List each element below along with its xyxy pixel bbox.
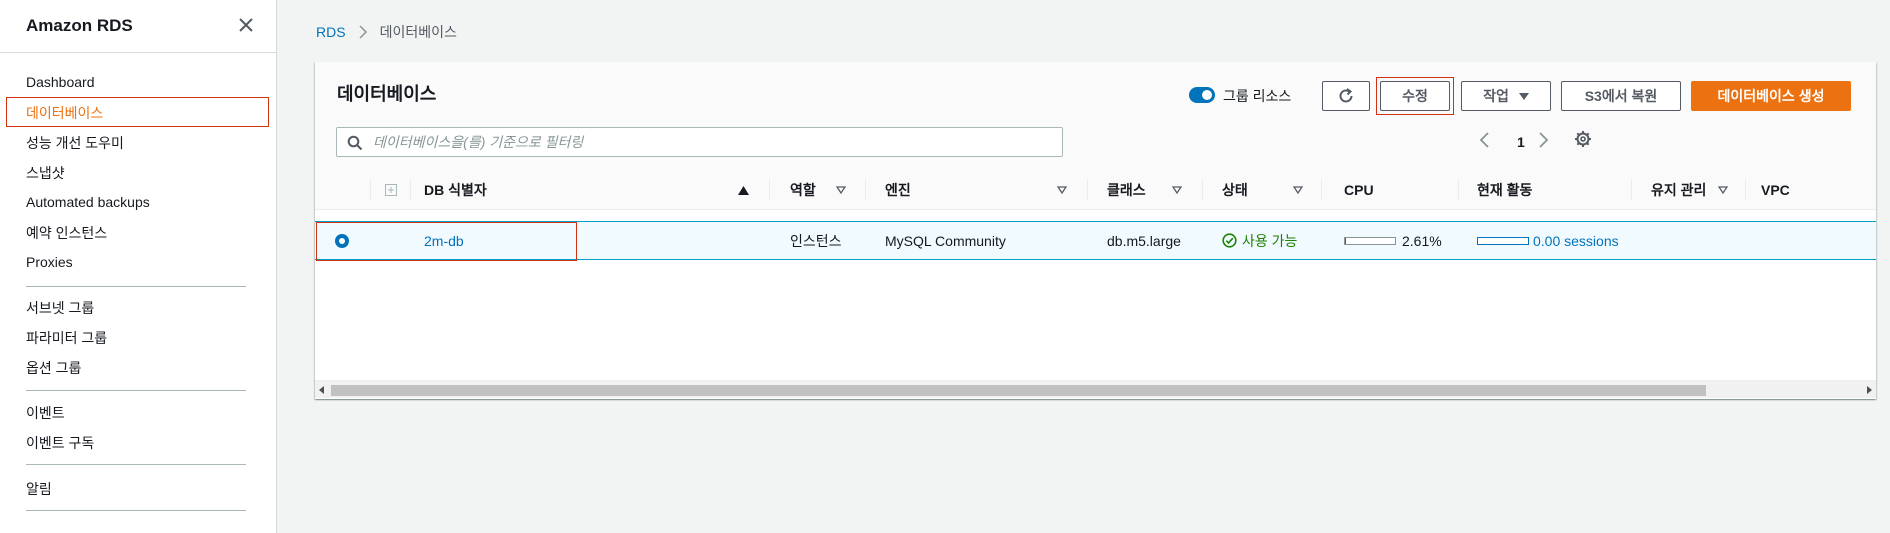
column-header-class[interactable]: 클래스 [1107,170,1146,210]
sidebar-item-reserved-instances[interactable]: 예약 인스턴스 [26,223,107,243]
horizontal-scrollbar[interactable] [315,380,1876,398]
sidebar-separator [26,390,246,391]
sidebar-item-snapshots[interactable]: 스냅샷 [26,163,65,183]
sort-icon[interactable] [1293,186,1303,194]
sidebar-item-proxies[interactable]: Proxies [26,254,73,270]
column-header-identifier[interactable]: DB 식별자 [424,170,487,210]
gear-icon[interactable] [1574,130,1592,148]
scroll-left-icon[interactable] [319,386,324,394]
sidebar-item-event-subscriptions[interactable]: 이벤트 구독 [26,433,94,453]
sort-icon[interactable] [1057,186,1067,194]
expand-all-icon[interactable] [385,184,397,196]
sidebar-item-databases[interactable]: 데이터베이스 [26,103,103,123]
breadcrumb: RDS 데이터베이스 [316,22,457,42]
actions-label: 작업 [1483,88,1509,104]
sidebar-separator [26,286,246,287]
chevron-left-icon[interactable] [1477,130,1493,150]
sort-icon[interactable] [1718,186,1728,194]
create-database-button[interactable]: 데이터베이스 생성 [1691,81,1851,111]
group-resources-label: 그룹 리소스 [1223,88,1292,104]
filter-search-box[interactable] [336,127,1063,157]
sidebar-separator [26,464,246,465]
search-icon [347,135,363,151]
sort-icon[interactable] [1172,186,1182,194]
status-cell: 사용 가능 [1222,222,1297,259]
column-divider [1202,179,1203,201]
modify-button[interactable]: 수정 [1380,81,1450,111]
column-header-role[interactable]: 역할 [790,170,816,210]
refresh-icon [1339,88,1353,103]
sort-icon[interactable] [836,186,846,194]
close-icon[interactable] [235,14,257,36]
cpu-value: 2.61% [1402,232,1442,249]
group-resources-toggle[interactable] [1189,87,1215,103]
refresh-button[interactable] [1322,81,1370,111]
sort-ascending-icon[interactable] [738,186,749,195]
sidebar-title: Amazon RDS [26,16,133,35]
chevron-right-icon [359,25,367,39]
column-divider [1087,179,1088,201]
class-cell: db.m5.large [1107,232,1181,249]
column-header-cpu[interactable]: CPU [1344,170,1374,210]
page-number[interactable]: 1 [1517,134,1525,150]
column-header-vpc[interactable]: VPC [1761,170,1790,210]
scrollbar-thumb[interactable] [331,385,1706,396]
column-divider [1631,179,1632,201]
page-title: 데이터베이스 [337,84,437,104]
column-divider [1745,179,1746,201]
chevron-right-icon[interactable] [1535,130,1551,150]
role-cell: 인스턴스 [790,232,842,249]
status-text: 사용 가능 [1242,232,1298,249]
cpu-cell: 2.61% [1344,222,1442,259]
breadcrumb-current: 데이터베이스 [379,24,457,40]
databases-panel: 데이터베이스 그룹 리소스 수정 작업 S3에서 복원 데이터베이스 생성 1 … [315,62,1876,399]
cpu-bar [1344,236,1396,245]
actions-dropdown-button[interactable]: 작업 [1461,81,1551,111]
sidebar: Amazon RDS Dashboard 데이터베이스 성능 개선 도우미 스냅… [0,0,277,533]
column-header-status[interactable]: 상태 [1222,170,1248,210]
activity-cell: 0.00 sessions [1477,222,1619,259]
sidebar-item-subnet-groups[interactable]: 서브넷 그룹 [26,298,94,318]
column-header-maintenance[interactable]: 유지 관리 [1651,170,1706,210]
column-header-activity[interactable]: 현재 활동 [1477,170,1532,210]
cpu-bar-fill [1345,237,1347,244]
sidebar-item-dashboard[interactable]: Dashboard [26,74,95,90]
column-divider [1458,179,1459,201]
breadcrumb-rds-link[interactable]: RDS [316,24,346,40]
table-header: DB 식별자 역할 엔진 클래스 상태 CPU 현재 활동 유지 관리 VPC [315,170,1876,210]
column-divider [865,179,866,201]
sidebar-item-events[interactable]: 이벤트 [26,403,65,423]
filter-input[interactable] [373,128,1053,156]
sidebar-item-performance-insights[interactable]: 성능 개선 도우미 [26,133,124,153]
sidebar-separator [26,510,246,511]
sidebar-item-parameter-groups[interactable]: 파라미터 그룹 [26,328,107,348]
restore-from-s3-button[interactable]: S3에서 복원 [1561,81,1681,111]
highlight-box [316,222,577,261]
sessions-link[interactable]: 0.00 sessions [1533,233,1619,249]
sessions-bar [1477,236,1529,245]
check-circle-icon [1222,233,1237,248]
column-divider [1321,179,1322,201]
sidebar-item-notifications[interactable]: 알림 [26,479,52,499]
column-divider [370,179,371,201]
column-header-engine[interactable]: 엔진 [885,170,911,210]
column-divider [769,179,770,201]
sidebar-item-option-groups[interactable]: 옵션 그룹 [26,358,81,378]
sidebar-divider [0,52,276,53]
scroll-right-icon[interactable] [1867,386,1872,394]
column-divider [410,179,411,201]
caret-down-icon [1518,92,1529,100]
sidebar-item-automated-backups[interactable]: Automated backups [26,194,150,210]
engine-cell: MySQL Community [885,232,1006,249]
